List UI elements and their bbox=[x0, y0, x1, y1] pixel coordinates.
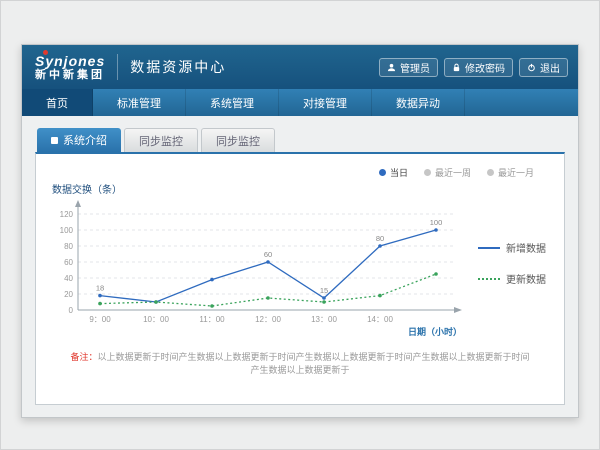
dotted-line-icon bbox=[478, 278, 500, 280]
header-actions: 管理员 修改密码 退出 bbox=[379, 58, 568, 77]
svg-text:60: 60 bbox=[264, 250, 272, 259]
svg-text:100: 100 bbox=[60, 226, 74, 235]
svg-text:80: 80 bbox=[64, 242, 73, 251]
tab-sync-monitor-2[interactable]: 同步监控 bbox=[201, 128, 275, 152]
app-header: Synjones 新中新集团 数据资源中心 管理员 修改密码 bbox=[22, 45, 578, 89]
filter-label: 最近一周 bbox=[435, 166, 471, 179]
series-label: 新增数据 bbox=[506, 240, 546, 255]
tab-bar: 系统介绍 同步监控 同步监控 bbox=[35, 128, 565, 152]
nav-item-data-change[interactable]: 数据异动 bbox=[372, 89, 465, 116]
footnote: 备注：以上数据更新于时间产生数据以上数据更新于时间产生数据以上数据更新于时间产生… bbox=[36, 350, 564, 376]
chart-panel: 当日 最近一周 最近一月 数据交换（条） 0 20 40 60 80 100 120 9：00… bbox=[35, 152, 565, 405]
tab-system-intro[interactable]: 系统介绍 bbox=[37, 128, 121, 152]
logo: Synjones 新中新集团 bbox=[32, 53, 105, 82]
chart-area: 0 20 40 60 80 100 120 9：00 10：00 11：00 12：00 13：00 1… bbox=[36, 198, 564, 338]
footnote-label: 备注： bbox=[70, 352, 97, 362]
power-icon bbox=[527, 63, 536, 72]
logout-button-label: 退出 bbox=[540, 60, 560, 75]
svg-text:20: 20 bbox=[64, 290, 73, 299]
svg-text:100: 100 bbox=[430, 218, 443, 227]
gray-dot-icon bbox=[424, 169, 431, 176]
filter-today[interactable]: 当日 bbox=[379, 166, 408, 179]
svg-text:13：00: 13：00 bbox=[311, 315, 337, 324]
nav-item-standard-mgmt[interactable]: 标准管理 bbox=[93, 89, 186, 116]
user-icon bbox=[387, 63, 396, 72]
page-title: 数据资源中心 bbox=[130, 57, 226, 77]
svg-text:9：00: 9：00 bbox=[89, 315, 111, 324]
svg-text:120: 120 bbox=[60, 210, 74, 219]
tab-document-icon bbox=[51, 137, 58, 144]
tab-label: 系统介绍 bbox=[63, 132, 107, 148]
series-legend: 新增数据 更新数据 bbox=[478, 240, 546, 286]
svg-text:18: 18 bbox=[96, 284, 104, 293]
svg-text:12：00: 12：00 bbox=[255, 315, 281, 324]
filter-label: 最近一月 bbox=[498, 166, 534, 179]
svg-text:15: 15 bbox=[320, 286, 328, 295]
filter-last-week[interactable]: 最近一周 bbox=[424, 166, 471, 179]
filter-last-month[interactable]: 最近一月 bbox=[487, 166, 534, 179]
logo-brand: Synjones bbox=[35, 53, 105, 69]
content-area: 系统介绍 同步监控 同步监控 当日 最近一周 bbox=[22, 116, 578, 417]
svg-text:80: 80 bbox=[376, 234, 384, 243]
blue-dot-icon bbox=[379, 169, 386, 176]
legend-item-updated-data[interactable]: 更新数据 bbox=[478, 271, 546, 286]
admin-button-label: 管理员 bbox=[400, 60, 430, 75]
y-axis-title: 数据交换（条） bbox=[52, 181, 564, 196]
nav-item-system-mgmt[interactable]: 系统管理 bbox=[186, 89, 279, 116]
change-password-button[interactable]: 修改密码 bbox=[444, 58, 513, 77]
svg-text:14：00: 14：00 bbox=[367, 315, 393, 324]
svg-text:40: 40 bbox=[64, 274, 73, 283]
logo-company: 新中新集团 bbox=[35, 69, 105, 82]
change-password-button-label: 修改密码 bbox=[465, 60, 505, 75]
tab-label: 同步监控 bbox=[139, 133, 183, 149]
tab-sync-monitor-1[interactable]: 同步监控 bbox=[124, 128, 198, 152]
time-filter-legend: 当日 最近一周 最近一月 bbox=[36, 154, 564, 179]
tab-label: 同步监控 bbox=[216, 133, 260, 149]
footnote-text: 以上数据更新于时间产生数据以上数据更新于时间产生数据以上数据更新于时间产生数据以… bbox=[98, 352, 530, 375]
logout-button[interactable]: 退出 bbox=[519, 58, 568, 77]
line-chart: 0 20 40 60 80 100 120 9：00 10：00 11：00 12：00 13：00 1… bbox=[44, 198, 474, 338]
logo-accent-dot bbox=[43, 50, 48, 55]
main-nav: 首页 标准管理 系统管理 对接管理 数据异动 bbox=[22, 89, 578, 116]
header-divider bbox=[117, 54, 118, 80]
app-window: Synjones 新中新集团 数据资源中心 管理员 修改密码 bbox=[21, 44, 579, 418]
lock-icon bbox=[452, 63, 461, 72]
svg-text:0: 0 bbox=[69, 306, 74, 315]
svg-text:日期（小时）: 日期（小时） bbox=[408, 326, 462, 337]
nav-item-home[interactable]: 首页 bbox=[22, 89, 93, 116]
svg-text:11：00: 11：00 bbox=[199, 315, 225, 324]
series-label: 更新数据 bbox=[506, 271, 546, 286]
nav-item-integration-mgmt[interactable]: 对接管理 bbox=[279, 89, 372, 116]
filter-label: 当日 bbox=[390, 166, 408, 179]
gray-dot-icon bbox=[487, 169, 494, 176]
svg-text:60: 60 bbox=[64, 258, 73, 267]
solid-line-icon bbox=[478, 247, 500, 249]
svg-text:10：00: 10：00 bbox=[143, 315, 169, 324]
legend-item-new-data[interactable]: 新增数据 bbox=[478, 240, 546, 255]
admin-button[interactable]: 管理员 bbox=[379, 58, 438, 77]
desktop-background: { "window": { "logo": {"brand": "Synjone… bbox=[0, 0, 600, 450]
